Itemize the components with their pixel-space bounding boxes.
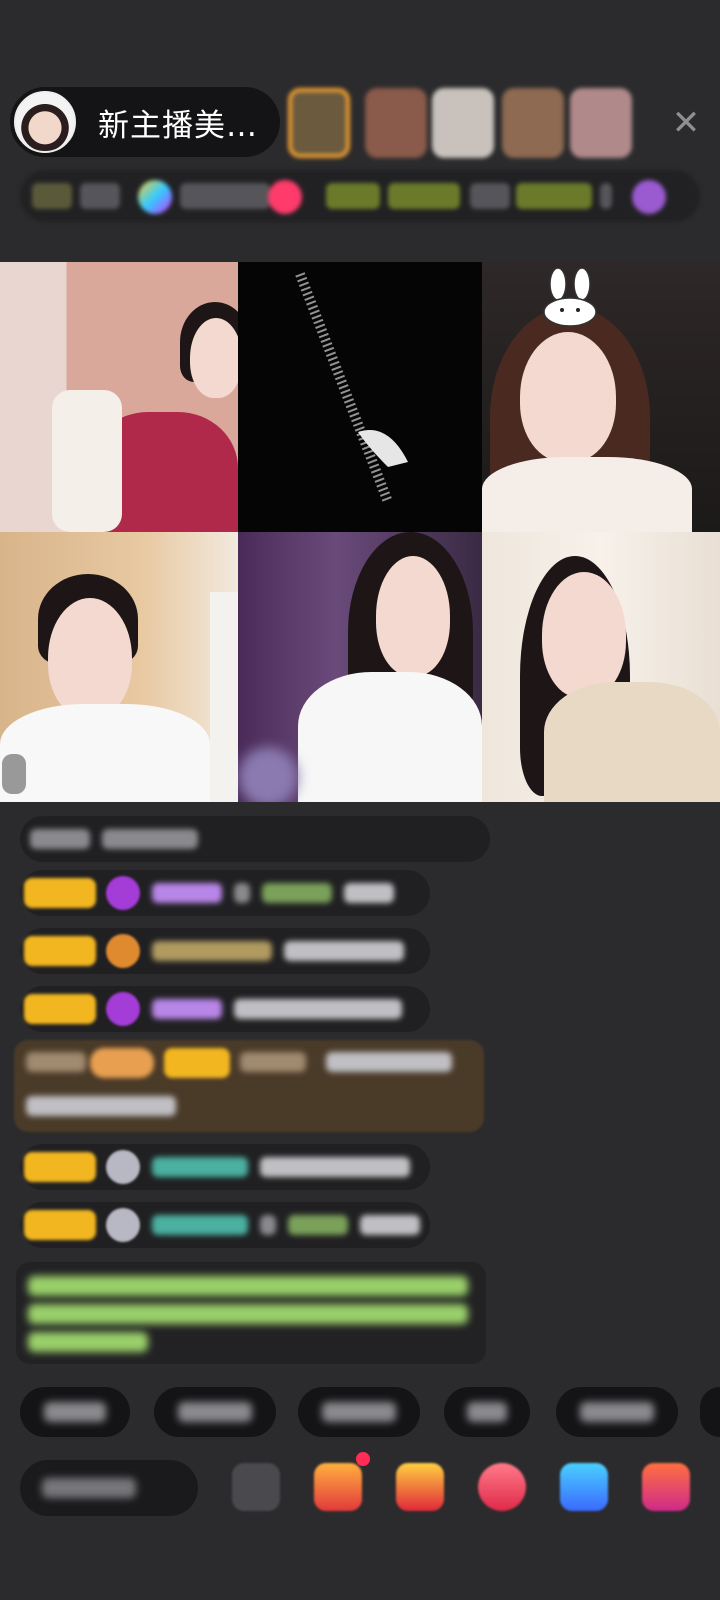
chat-message [20, 986, 430, 1032]
chat-message [20, 928, 430, 974]
video-tile[interactable] [482, 262, 720, 532]
quick-reply-chip[interactable] [20, 1387, 130, 1437]
quick-reply-chip[interactable] [444, 1387, 530, 1437]
video-tile[interactable] [0, 532, 238, 802]
viewer-avatar[interactable] [365, 88, 427, 158]
box-gift-icon[interactable] [642, 1463, 690, 1511]
chat-message [20, 1144, 430, 1190]
heart-gift-icon[interactable] [478, 1463, 526, 1511]
close-icon[interactable]: ✕ [666, 103, 706, 143]
red-gift-icon[interactable] [314, 1463, 362, 1511]
chat-message [20, 870, 430, 916]
video-tile[interactable] [238, 532, 482, 802]
host-avatar[interactable] [14, 91, 76, 153]
viewer-avatar[interactable] [502, 88, 564, 158]
dice-icon[interactable] [232, 1463, 280, 1511]
notification-dot [356, 1452, 370, 1466]
video-tile[interactable] [482, 532, 720, 802]
video-tile[interactable] [0, 262, 238, 532]
room-info-bar[interactable] [20, 170, 700, 222]
system-notice [16, 1262, 486, 1364]
viewer-avatar[interactable] [288, 88, 350, 158]
bunny-ears-icon [543, 268, 597, 327]
quick-reply-chip[interactable] [154, 1387, 276, 1437]
host-name: 新主播美… [98, 107, 258, 144]
gold-gift-icon[interactable] [396, 1463, 444, 1511]
video-tile[interactable] [238, 262, 482, 532]
quick-reply-chip[interactable] [556, 1387, 678, 1437]
viewer-avatar[interactable] [432, 88, 494, 158]
viewer-avatar[interactable] [570, 88, 632, 158]
chat-input-button[interactable] [20, 1460, 198, 1516]
chat-message [20, 816, 490, 862]
chat-message [20, 1202, 430, 1248]
gift-message [14, 1040, 484, 1132]
host-info-pill[interactable]: 新主播美… [10, 87, 280, 157]
blue-gift-icon[interactable] [560, 1463, 608, 1511]
quick-reply-chip[interactable] [700, 1387, 720, 1437]
multi-guest-video-grid [0, 262, 720, 802]
quick-reply-chip[interactable] [298, 1387, 420, 1437]
